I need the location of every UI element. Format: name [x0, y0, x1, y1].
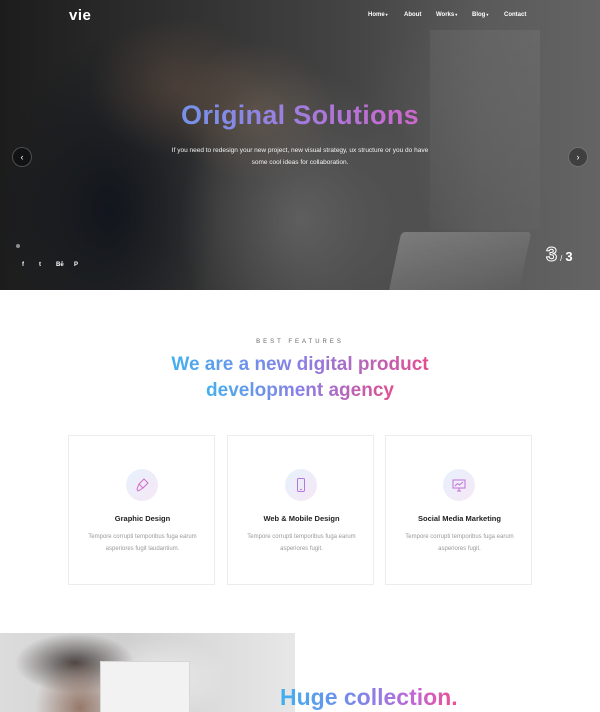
feature-card-title: Web & Mobile Design [263, 514, 340, 523]
nav-item-label: Home [368, 12, 385, 18]
twitter-icon[interactable]: t [39, 262, 41, 268]
slide-counter: 3/3 [545, 244, 573, 267]
nav-item-works[interactable]: Works▾ [436, 12, 457, 18]
slider-dots [16, 244, 20, 248]
facebook-icon[interactable]: f [22, 262, 24, 268]
nav-item-label: About [404, 12, 422, 18]
slide-separator: / [560, 254, 563, 263]
feature-card-web-mobile-design[interactable]: Web & Mobile Design Tempore corrupti tem… [227, 435, 374, 585]
feature-card-title: Social Media Marketing [418, 514, 501, 523]
slide-total: 3 [565, 249, 573, 264]
feature-card-text: Tempore corrupti temporibus fuga earum a… [405, 534, 514, 552]
chevron-down-icon: ▾ [455, 12, 458, 17]
chevron-down-icon: ▾ [385, 12, 388, 17]
nav-item-blog[interactable]: Blog▾ [472, 12, 488, 18]
feature-card-graphic-design[interactable]: Graphic Design Tempore corrupti temporib… [68, 435, 215, 585]
presentation-icon [443, 469, 475, 501]
section-eyebrow: BEST FEATURES [256, 339, 344, 345]
section-headline: We are a new digital product development… [0, 352, 600, 404]
chevron-right-icon: › [576, 152, 580, 162]
feature-card-social-media-marketing[interactable]: Social Media Marketing Tempore corrupti … [385, 435, 532, 585]
main-nav: Home▾ About Works▾ Blog▾ Contact [0, 12, 600, 24]
chevron-left-icon: ‹ [20, 152, 24, 162]
collection-title: Huge collection. [280, 684, 458, 710]
mobile-phone-icon [285, 469, 317, 501]
nav-item-contact[interactable]: Contact [504, 12, 526, 18]
paint-brush-icon [126, 469, 158, 501]
feature-card-text: Tempore corrupti temporibus fuga earum a… [88, 534, 197, 552]
hero-title: Original Solutions [0, 100, 600, 131]
nav-item-label: Works [436, 12, 455, 18]
prev-slide-button[interactable]: ‹ [12, 147, 32, 167]
feature-card-title: Graphic Design [114, 514, 171, 523]
headline-line-1: We are a new digital product [171, 352, 428, 378]
nav-item-label: Blog [472, 12, 486, 18]
behance-icon[interactable]: Bē [56, 262, 64, 268]
feature-card-text: Tempore corrupti temporibus fuga earum a… [247, 534, 356, 552]
hero-subtitle: If you need to redesign your new project… [171, 147, 429, 166]
nav-item-home[interactable]: Home▾ [368, 12, 388, 18]
hero-slider: vie Home▾ About Works▾ Blog▾ Contact Ori… [0, 0, 600, 290]
slider-dot[interactable] [16, 244, 20, 248]
slide-current: 3 [545, 244, 558, 267]
nav-item-about[interactable]: About [404, 12, 421, 18]
chevron-down-icon: ▾ [486, 12, 489, 17]
headline-line-2: development agency [206, 378, 394, 404]
nav-item-label: Contact [504, 12, 527, 18]
collection-photo [0, 633, 295, 712]
whiteboard-image [100, 661, 190, 712]
pinterest-icon[interactable]: P [74, 262, 78, 268]
next-slide-button[interactable]: › [568, 147, 588, 167]
